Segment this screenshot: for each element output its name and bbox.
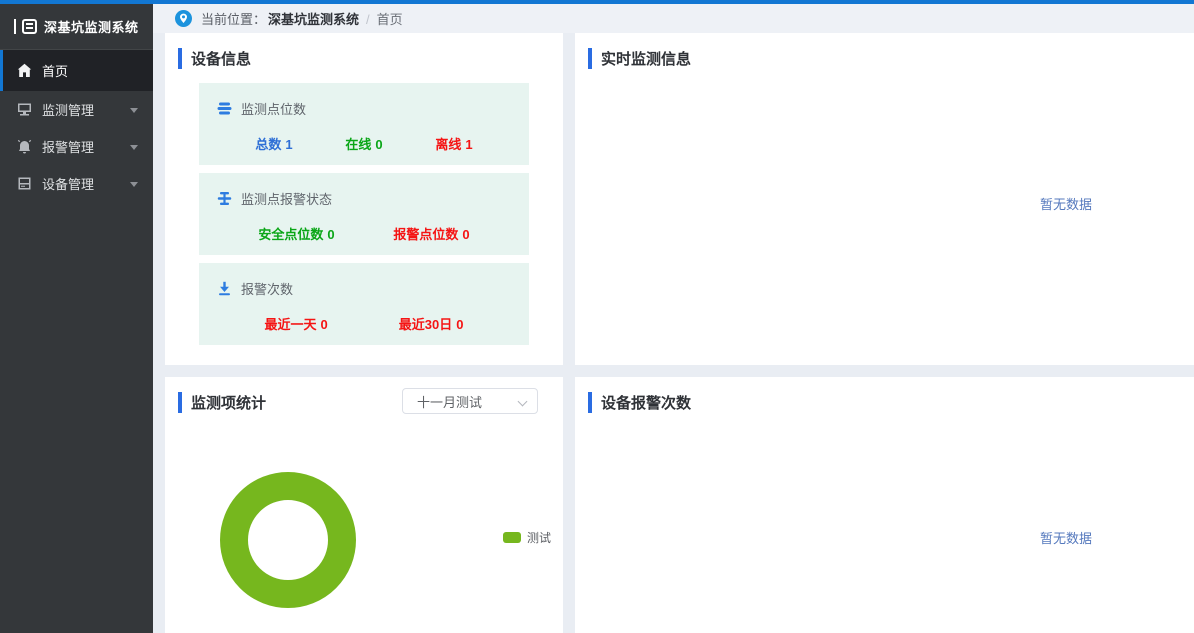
alarm-icon <box>17 139 32 154</box>
panel-title: 监测项统计 <box>191 392 266 413</box>
card-title: 报警次数 <box>241 279 293 298</box>
card-alarm-status: 监测点报警状态 安全点位数0 报警点位数0 <box>199 173 529 255</box>
layers-icon <box>217 101 232 116</box>
sidebar-item-alarms[interactable]: 报警管理 <box>0 128 153 165</box>
empty-data-text: 暂无数据 <box>1040 528 1092 547</box>
monitor-icon <box>17 102 32 117</box>
panel-title: 设备信息 <box>191 48 251 69</box>
panel-device-info: 设备信息 监测点位数 总数1 在线0 离线1 监测点报警状态 <box>165 33 563 365</box>
card-monitor-points: 监测点位数 总数1 在线0 离线1 <box>199 83 529 165</box>
breadcrumb-current[interactable]: 首页 <box>377 12 403 27</box>
breadcrumb-bar: 当前位置：深基坑监测系统 / 首页 <box>153 4 1194 33</box>
breadcrumb: 当前位置：深基坑监测系统 / 首页 <box>201 9 403 28</box>
chevron-down-icon <box>130 182 138 187</box>
stat-last-30-days: 最近30日0 <box>399 314 464 333</box>
select-value: 十一月测试 <box>417 392 482 411</box>
title-accent-bar <box>588 48 592 69</box>
breadcrumb-separator: / <box>366 12 370 27</box>
stat-total: 总数1 <box>255 134 292 153</box>
download-icon <box>217 281 232 296</box>
chevron-down-icon <box>130 108 138 113</box>
sidebar-item-label: 首页 <box>42 61 68 80</box>
sidebar: 深基坑监测系统 首页 监测管理 报警管理 设备管理 <box>0 4 153 633</box>
sidebar-item-label: 设备管理 <box>42 174 94 193</box>
device-icon <box>17 176 32 191</box>
title-accent-bar <box>178 392 182 413</box>
sidebar-item-home[interactable]: 首页 <box>0 50 153 91</box>
panel-title: 设备报警次数 <box>601 392 691 413</box>
panel-device-alarms: 设备报警次数 暂无数据 <box>575 377 1194 633</box>
book-icon <box>22 19 37 34</box>
stat-alarm-points: 报警点位数0 <box>393 224 469 243</box>
nodes-icon <box>217 191 232 206</box>
panel-realtime-info: 实时监测信息 暂无数据 <box>575 33 1194 365</box>
panel-title: 实时监测信息 <box>601 48 691 69</box>
chevron-down-icon <box>130 145 138 150</box>
chart-legend[interactable]: 测试 <box>503 529 551 546</box>
app-title: 深基坑监测系统 <box>44 17 139 36</box>
home-icon <box>17 63 32 78</box>
sidebar-item-monitoring[interactable]: 监测管理 <box>0 91 153 128</box>
app-logo: 深基坑监测系统 <box>0 4 153 50</box>
sidebar-item-devices[interactable]: 设备管理 <box>0 165 153 202</box>
main-content: 设备信息 监测点位数 总数1 在线0 离线1 监测点报警状态 <box>153 33 1194 633</box>
title-accent-bar <box>178 48 182 69</box>
breadcrumb-root[interactable]: 深基坑监测系统 <box>268 12 359 27</box>
panel-item-stats: 监测项统计 十一月测试 测试 <box>165 377 563 633</box>
empty-data-text: 暂无数据 <box>1040 194 1092 213</box>
location-pin-icon <box>175 10 192 27</box>
breadcrumb-prefix: 当前位置： <box>201 12 266 27</box>
legend-swatch <box>503 532 521 543</box>
card-alarm-count: 报警次数 最近一天0 最近30日0 <box>199 263 529 345</box>
sidebar-menu: 首页 监测管理 报警管理 设备管理 <box>0 50 153 202</box>
donut-chart[interactable] <box>208 460 368 620</box>
legend-label: 测试 <box>527 529 551 546</box>
chevron-down-icon <box>518 397 528 407</box>
top-accent-strip <box>0 0 1194 4</box>
card-title: 监测点报警状态 <box>241 189 332 208</box>
sidebar-item-label: 监测管理 <box>42 100 94 119</box>
logo-divider <box>14 19 16 34</box>
month-filter-select[interactable]: 十一月测试 <box>402 388 538 414</box>
card-title: 监测点位数 <box>241 99 306 118</box>
sidebar-item-label: 报警管理 <box>42 137 94 156</box>
stat-last-day: 最近一天0 <box>265 314 328 333</box>
stat-offline: 离线1 <box>435 134 472 153</box>
stat-safe-points: 安全点位数0 <box>258 224 334 243</box>
title-accent-bar <box>588 392 592 413</box>
stat-online: 在线0 <box>345 134 382 153</box>
